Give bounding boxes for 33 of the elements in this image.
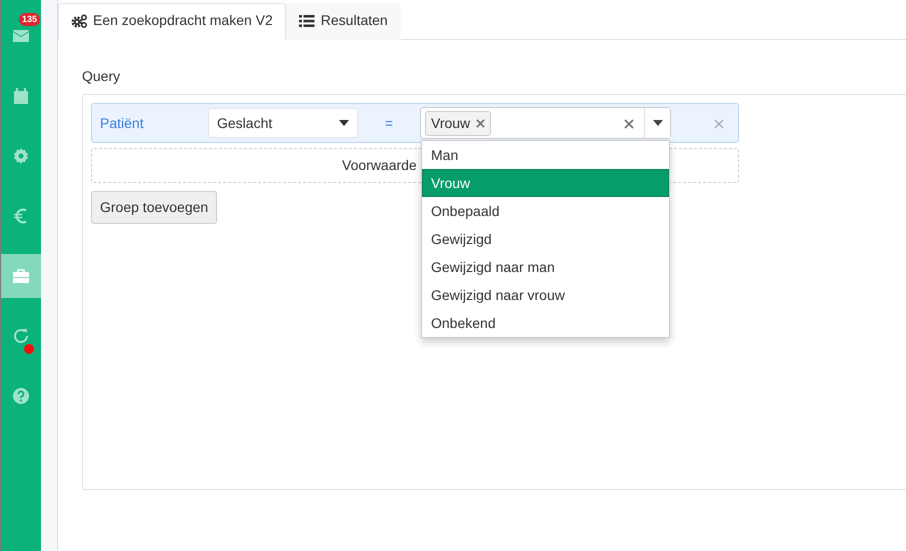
envelope-icon	[12, 27, 30, 45]
dropdown-option[interactable]: Gewijzigd naar man	[422, 253, 669, 281]
add-condition-label[interactable]: Voorwaarde	[342, 155, 417, 176]
close-icon	[714, 118, 724, 129]
dropdown-option[interactable]: Onbekend	[422, 309, 669, 337]
close-icon	[624, 118, 634, 129]
value-tag: Vrouw	[425, 110, 492, 136]
refresh-icon	[12, 327, 30, 345]
dropdown-option[interactable]: Vrouw	[422, 169, 669, 197]
dropdown-option[interactable]: Gewijzigd	[422, 225, 669, 253]
briefcase-icon	[12, 267, 30, 285]
tab[interactable]: Een zoekopdracht maken V2	[58, 3, 286, 40]
tab[interactable]: Resultaten	[286, 3, 401, 40]
help-icon	[12, 387, 30, 405]
query-label: Query	[82, 67, 122, 86]
sidebar-item[interactable]	[1, 254, 41, 298]
dropdown-option[interactable]: Onbepaald	[422, 197, 669, 225]
list-icon	[298, 14, 315, 28]
add-group-button[interactable]: Groep toevoegen	[91, 191, 218, 224]
remove-icon[interactable]	[476, 118, 486, 128]
calendar-icon	[12, 87, 30, 105]
dropdown-toggle[interactable]	[644, 108, 670, 138]
sidebar-item[interactable]: 135	[1, 14, 41, 58]
field-select[interactable]: Geslacht	[208, 108, 358, 138]
value-select[interactable]: Vrouw	[420, 107, 671, 139]
caret-icon	[339, 120, 349, 126]
dropdown-option[interactable]: Gewijzigd naar vrouw	[422, 281, 669, 309]
count-badge: 135	[19, 13, 40, 26]
gears-icon	[71, 14, 87, 28]
entity-label: Patiënt	[100, 114, 145, 132]
operator-label: =	[384, 114, 394, 132]
settings-icon	[12, 147, 30, 165]
caret-icon	[652, 120, 662, 126]
